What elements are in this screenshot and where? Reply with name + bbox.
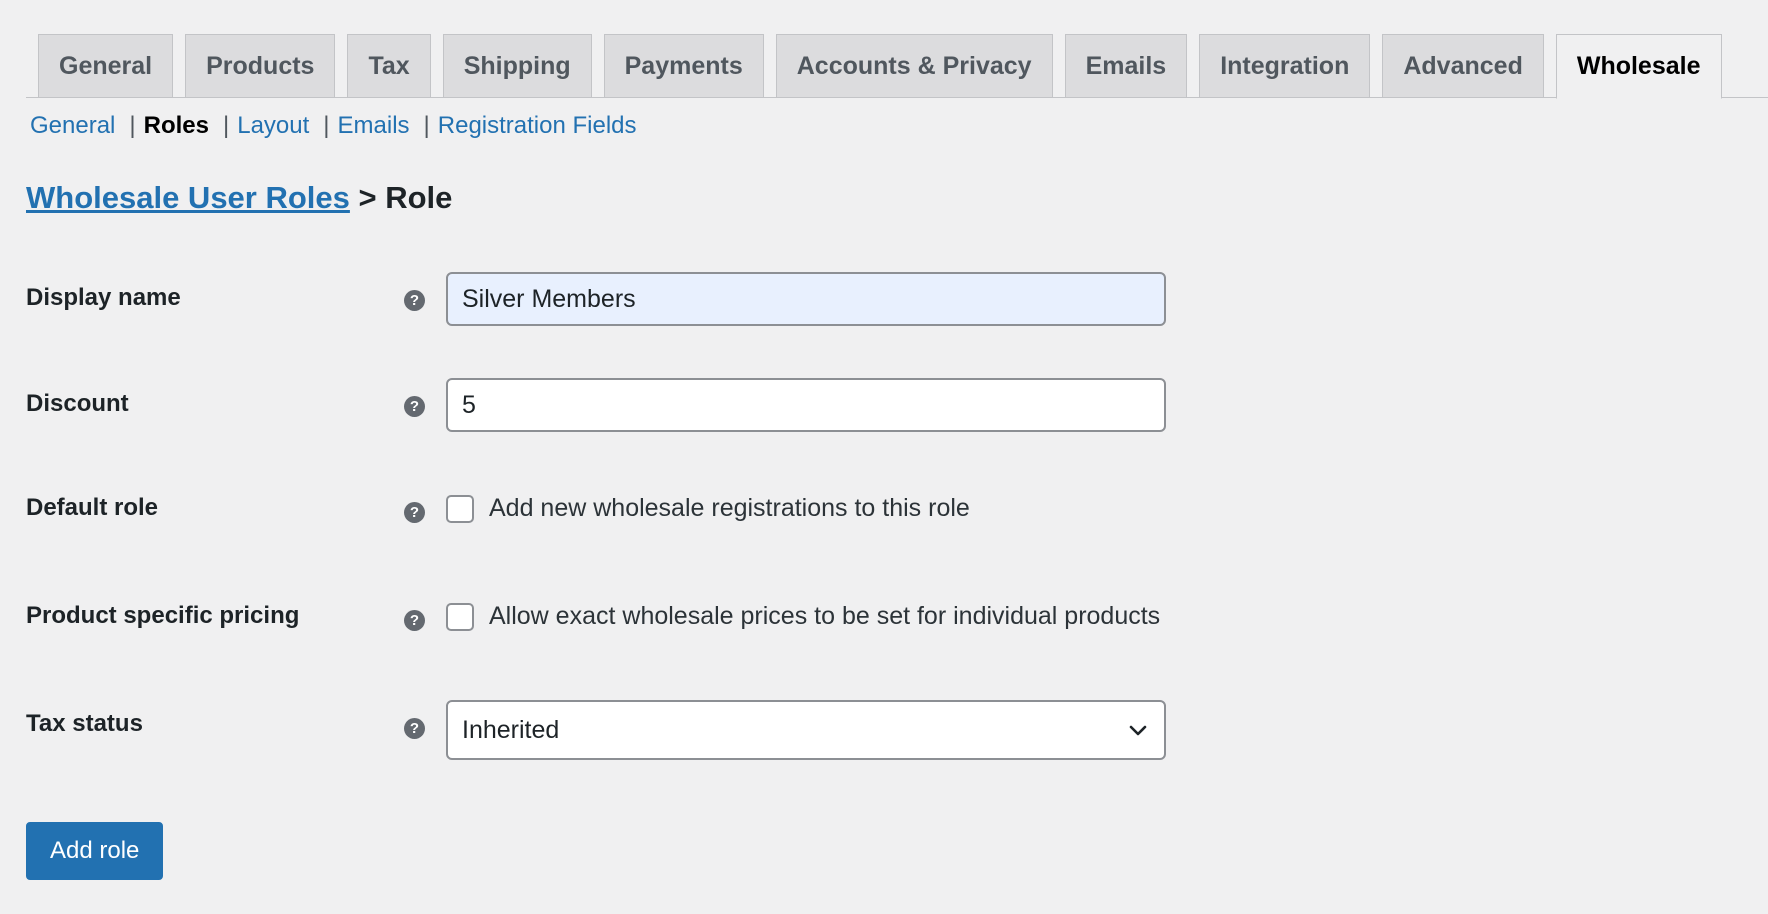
discount-input[interactable] [446,378,1166,432]
default-role-checkbox[interactable] [446,495,474,523]
tab-tax[interactable]: Tax [347,34,431,97]
subnav-roles[interactable]: Roles [144,112,209,140]
tab-advanced[interactable]: Advanced [1382,34,1544,97]
product-pricing-label: Product specific pricing [26,602,300,629]
page-title: Wholesale User Roles > Role [26,180,452,216]
help-icon[interactable]: ? [404,396,425,417]
tax-status-label: Tax status [26,710,143,737]
default-role-label: Default role [26,494,159,521]
product-pricing-checkbox[interactable] [446,603,474,631]
subnav-separator: | [323,112,330,139]
tab-integration[interactable]: Integration [1199,34,1371,97]
subnav: General | Roles | Layout | Emails | Regi… [30,112,637,140]
tab-wholesale[interactable]: Wholesale [1555,34,1722,99]
chevron-down-icon [1129,725,1147,736]
settings-tabs: General Products Tax Shipping Payments A… [26,34,1768,99]
tax-status-value: Inherited [462,715,560,744]
tab-emails[interactable]: Emails [1064,34,1188,97]
subnav-layout[interactable]: Layout [237,112,309,140]
wholesale-user-roles-link[interactable]: Wholesale User Roles [26,180,350,215]
tab-products[interactable]: Products [185,34,336,97]
subnav-separator: | [222,112,230,139]
product-pricing-checkbox-label[interactable]: Allow exact wholesale prices to be set f… [489,602,1160,631]
subnav-registration-fields[interactable]: Registration Fields [438,112,637,140]
page-title-suffix: > Role [349,180,453,215]
help-icon[interactable]: ? [404,610,425,631]
display-name-label: Display name [26,284,181,311]
tab-general[interactable]: General [38,34,174,97]
add-role-button[interactable]: Add role [26,822,164,880]
tab-accounts-privacy[interactable]: Accounts & Privacy [775,34,1053,97]
tab-list: General Products Tax Shipping Payments A… [38,34,1734,99]
subnav-general[interactable]: General [30,112,115,140]
help-icon[interactable]: ? [404,502,425,523]
display-name-input[interactable] [446,272,1166,326]
default-role-checkbox-label[interactable]: Add new wholesale registrations to this … [489,494,970,523]
discount-label: Discount [26,390,129,417]
subnav-separator: | [423,112,430,139]
help-icon[interactable]: ? [404,718,425,739]
tab-payments[interactable]: Payments [603,34,764,97]
tab-shipping[interactable]: Shipping [442,34,592,97]
tax-status-select[interactable]: Inherited [446,700,1166,760]
subnav-separator: | [129,112,136,139]
subnav-emails[interactable]: Emails [338,112,410,140]
help-icon[interactable]: ? [404,290,425,311]
